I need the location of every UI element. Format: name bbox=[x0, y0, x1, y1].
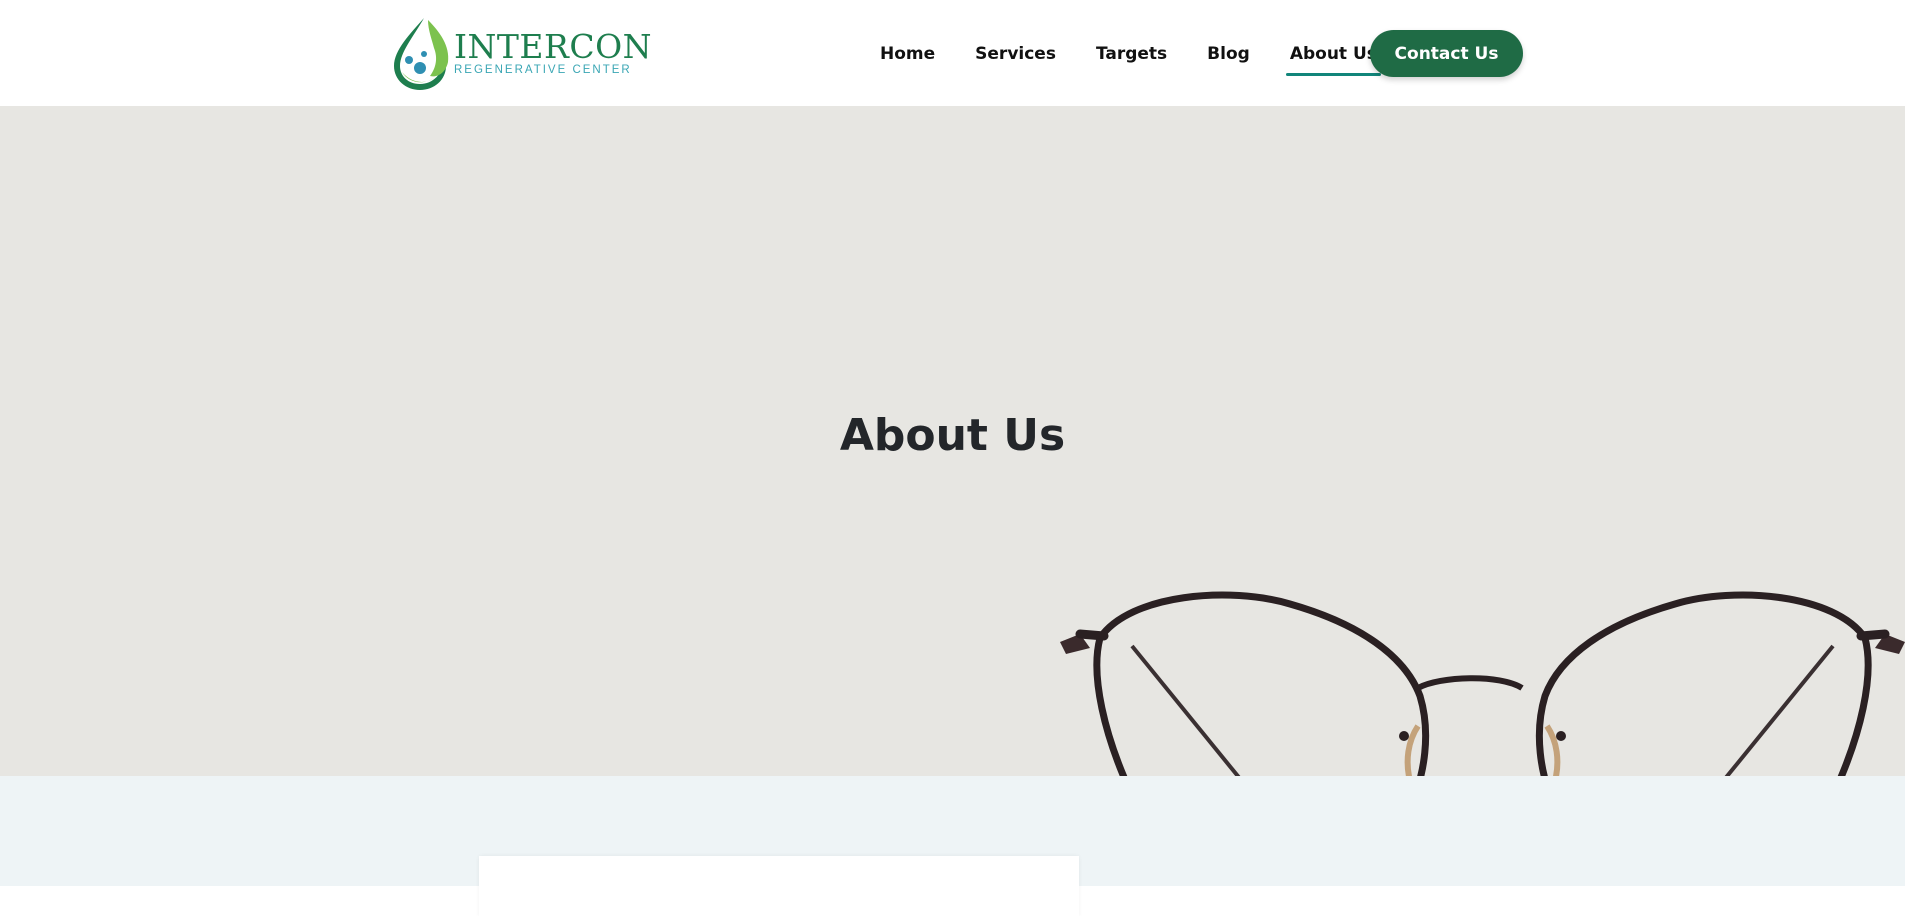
logo-name: INTERCON bbox=[454, 27, 653, 66]
hero-banner: About Us bbox=[0, 106, 1905, 776]
logo-tagline: REGENERATIVE CENTER bbox=[454, 64, 632, 76]
main-nav: Home Services Targets Blog About Us bbox=[876, 30, 1381, 78]
page-title: About Us bbox=[839, 410, 1066, 461]
site-header: INTERCON REGENERATIVE CENTER Home Servic… bbox=[0, 0, 1905, 106]
content-section bbox=[0, 776, 1905, 916]
logo-drop-icon bbox=[394, 18, 449, 90]
nav-item-blog[interactable]: Blog bbox=[1203, 38, 1254, 70]
nav-item-targets[interactable]: Targets bbox=[1092, 38, 1171, 70]
nav-item-home[interactable]: Home bbox=[876, 38, 939, 70]
nav-item-about-us[interactable]: About Us bbox=[1285, 38, 1381, 76]
eyeglasses-image bbox=[1060, 591, 1905, 776]
site-logo[interactable]: INTERCON REGENERATIVE CENTER bbox=[388, 14, 652, 92]
content-card bbox=[479, 856, 1079, 916]
nav-item-services[interactable]: Services bbox=[971, 38, 1060, 70]
contact-us-button[interactable]: Contact Us bbox=[1370, 30, 1523, 77]
